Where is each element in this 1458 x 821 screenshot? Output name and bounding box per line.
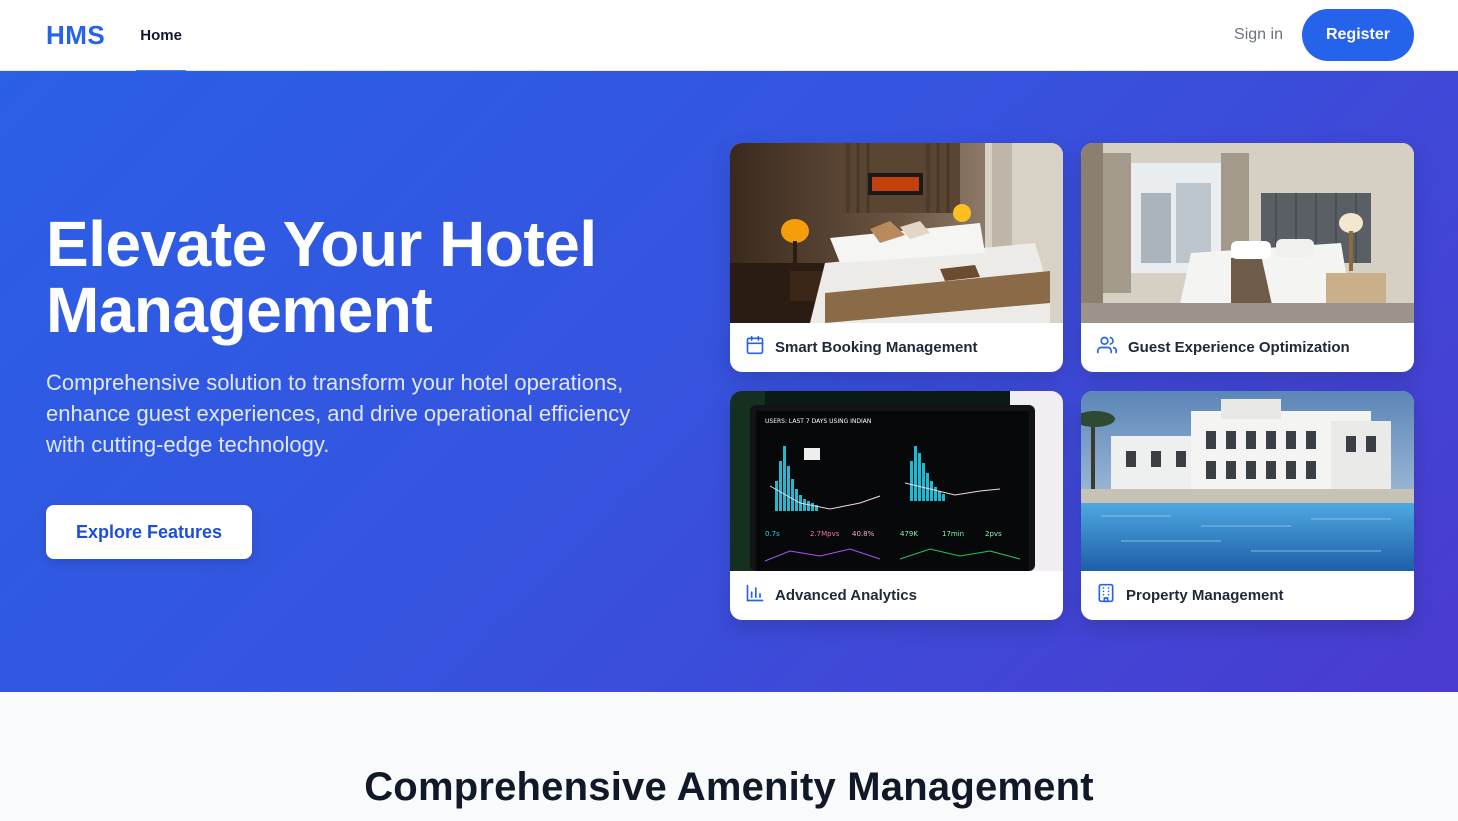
logo[interactable]: HMS <box>46 20 105 51</box>
card-footer: Advanced Analytics <box>730 571 1063 620</box>
hero-title: Elevate Your Hotel Management <box>46 208 597 346</box>
card-label: Smart Booking Management <box>775 339 978 356</box>
svg-text:17min: 17min <box>942 530 964 538</box>
feature-card-smart-booking[interactable]: Smart Booking Management <box>730 143 1063 372</box>
svg-text:2pvs: 2pvs <box>985 530 1002 538</box>
bar-chart-icon <box>745 583 765 608</box>
card-footer: Guest Experience Optimization <box>1081 323 1414 372</box>
svg-text:0.7s: 0.7s <box>765 530 780 538</box>
hotel-bedroom-photo <box>730 143 1063 323</box>
card-label: Advanced Analytics <box>775 587 917 604</box>
hero-subtitle: Comprehensive solution to transform your… <box>46 370 631 457</box>
building-icon <box>1096 583 1116 608</box>
nav-actions: Sign in Register <box>1234 9 1414 61</box>
card-label: Guest Experience Optimization <box>1128 339 1350 356</box>
section-title: Comprehensive Amenity Management <box>364 765 1094 809</box>
svg-text:USERS: LAST 7 DAYS USING INDIA: USERS: LAST 7 DAYS USING INDIAN <box>765 418 871 425</box>
feature-card-guest-experience[interactable]: Guest Experience Optimization <box>1081 143 1414 372</box>
explore-features-button[interactable]: Explore Features <box>46 505 252 559</box>
svg-text:479K: 479K <box>900 530 918 538</box>
register-button[interactable]: Register <box>1301 9 1414 61</box>
nav-links: Home <box>136 0 186 72</box>
sign-in-link[interactable]: Sign in <box>1234 26 1283 44</box>
top-navbar: HMS Home Sign in Register <box>0 0 1458 72</box>
card-label: Property Management <box>1126 587 1284 604</box>
card-footer: Smart Booking Management <box>730 323 1063 372</box>
feature-card-analytics[interactable]: USERS: LAST 7 DAYS USING INDIAN 0.7s 2.7… <box>730 391 1063 620</box>
analytics-dashboard-photo: USERS: LAST 7 DAYS USING INDIAN 0.7s 2.7… <box>730 391 1063 571</box>
svg-text:40.8%: 40.8% <box>852 530 875 538</box>
svg-text:2.7Mpvs: 2.7Mpvs <box>810 530 840 538</box>
nav-link-home[interactable]: Home <box>136 0 186 72</box>
resort-pool-photo <box>1081 391 1414 571</box>
hotel-room-photo <box>1081 143 1414 323</box>
card-footer: Property Management <box>1081 571 1414 620</box>
users-icon <box>1096 335 1118 360</box>
feature-card-property-management[interactable]: Property Management <box>1081 391 1414 620</box>
hero-section: Elevate Your Hotel Management Comprehens… <box>0 71 1458 692</box>
calendar-icon <box>745 335 765 360</box>
